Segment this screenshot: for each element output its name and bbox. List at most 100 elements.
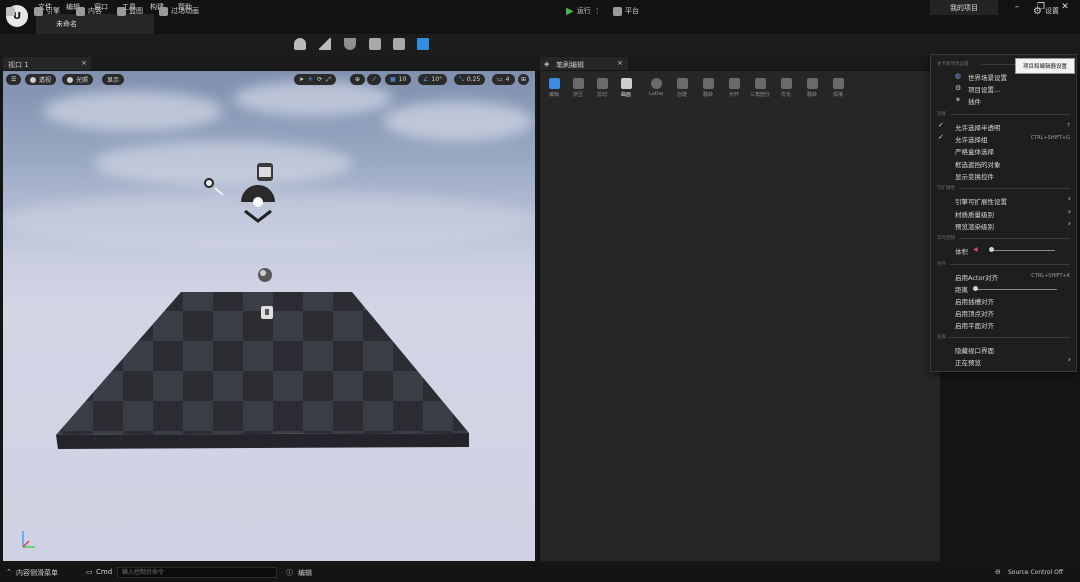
menu-plugins[interactable]: 插件 <box>968 96 981 106</box>
platform-icon <box>613 6 622 16</box>
fracture-mode-icon[interactable] <box>393 38 405 50</box>
menu-select-translucent[interactable]: 允许选择半透明 <box>955 122 1001 132</box>
select-mode-icon[interactable] <box>294 38 306 50</box>
source-control-icon: ⊖ <box>995 568 1001 576</box>
volume-slider[interactable] <box>991 250 1055 251</box>
edit-icon: ⓘ <box>286 569 293 577</box>
source-control-status[interactable]: Source Control Off <box>1008 569 1063 576</box>
menu-actor-snap[interactable]: 启用Actor对齐 <box>955 272 998 282</box>
dropdown-section-header: 查看 <box>937 335 946 340</box>
mode-icon <box>34 6 43 16</box>
edit-icon <box>548 78 560 89</box>
console-command-input[interactable] <box>117 567 277 578</box>
player-start-icon[interactable] <box>261 306 273 319</box>
menu-marquee-occluded[interactable]: 框选遮挡的对象 <box>955 159 1001 169</box>
blueprint-button[interactable]: 蓝图 <box>117 4 143 18</box>
main-toolbar <box>0 34 1080 56</box>
content-drawer-button[interactable]: 内容侧滑菜单 <box>16 568 58 578</box>
floor-edge <box>56 433 469 449</box>
more-options-icon[interactable]: ⋮ <box>594 7 601 15</box>
menu-world-settings[interactable]: 世界场景设置 <box>968 72 1007 82</box>
engine-mode-button[interactable]: 引擎 <box>34 4 60 18</box>
viewport-tab[interactable]: 视口 1 × <box>3 57 91 70</box>
settings-tooltip: 项目和编辑器设置 <box>1015 58 1075 74</box>
content-button[interactable]: 内容 <box>76 4 102 18</box>
gear-icon: ⚙ <box>955 84 962 92</box>
shortcut-label: T <box>1066 123 1070 129</box>
cut-icon <box>596 78 608 89</box>
menu-volume-label: 体积 <box>955 248 968 256</box>
paint-mode-icon[interactable] <box>369 38 381 50</box>
sky-atmosphere-icon[interactable] <box>257 163 273 181</box>
flip-icon <box>806 78 818 89</box>
distance-slider-thumb[interactable] <box>973 286 978 291</box>
brush-tool-weld[interactable]: 焊接 <box>824 78 852 98</box>
level-viewport[interactable]: ☰ 透视 光照 显示 ➤ ✛ ⟳ ⤢ ⊕ ⟋ ▦ 10 ∠ 10° ⤡ 0.25 ▭ 4… <box>3 71 535 561</box>
clapper-icon <box>159 6 168 16</box>
dropdown-section-header: 实时音频 <box>937 236 955 241</box>
content-drawer-icon[interactable]: ⌃ <box>6 568 12 576</box>
extrude-icon <box>572 78 584 89</box>
play-button[interactable]: ▶ 运行 ⋮ <box>566 4 601 18</box>
foliage-mode-icon[interactable] <box>344 38 356 50</box>
brush-tool-create[interactable]: 创建 <box>668 78 696 98</box>
brush-edit-tab-label: 笔刷编辑 <box>556 61 584 69</box>
axis-gizmo <box>22 531 35 548</box>
brush-tool-optimize[interactable]: 优化 <box>772 78 800 98</box>
play-icon: ▶ <box>566 5 574 17</box>
menu-project-settings[interactable]: 项目设置... <box>968 84 1000 94</box>
chevron-right-icon: › <box>1067 207 1071 216</box>
brush-tool-lathe[interactable]: Lathe <box>642 78 670 97</box>
shortcut-label: CTRL+SHIFT+G <box>1030 135 1070 141</box>
close-tab-icon[interactable]: × <box>617 59 623 67</box>
menu-strict-box-select[interactable]: 严格盒体选择 <box>955 146 994 156</box>
menu-socket-snap[interactable]: 启用插槽对齐 <box>955 296 994 306</box>
edit-status[interactable]: 编辑 <box>298 568 312 578</box>
viewport-tab-label: 视口 1 <box>8 61 29 69</box>
menu-show-transform-widget[interactable]: 显示变换控件 <box>955 171 994 181</box>
menu-hide-viewport-ui[interactable]: 隐藏视口界面 <box>955 345 994 355</box>
menu-select-groups[interactable]: 允许选择组 <box>955 134 988 144</box>
distance-slider[interactable] <box>975 289 1057 290</box>
speaker-icon[interactable]: ◀ <box>973 246 978 253</box>
menu-vertex-snap[interactable]: 启用顶点对齐 <box>955 308 994 318</box>
brush-tool-surface[interactable]: 曲面 <box>612 78 640 98</box>
brush-edit-mode-icon[interactable] <box>417 38 429 50</box>
plug-icon: ✶ <box>955 96 961 104</box>
create-icon <box>676 78 688 89</box>
brush-tool-triangulate[interactable]: 三角剖分 <box>746 78 774 98</box>
globe-icon: ◍ <box>955 72 962 80</box>
weld-icon <box>832 78 844 89</box>
cmd-dropdown[interactable]: Cmd <box>96 568 112 576</box>
settings-button[interactable]: ⚙ 设置 <box>1033 4 1059 18</box>
menu-previewing[interactable]: 正在预览 <box>955 357 981 367</box>
checkmark-icon: ✓ <box>938 121 944 129</box>
content-icon <box>76 6 85 16</box>
menu-snap-distance-label: 距离 <box>955 286 968 294</box>
gear-icon: ⚙ <box>1033 5 1042 17</box>
platform-button[interactable]: 平台 <box>613 4 639 18</box>
brush-tool-split[interactable]: 对开 <box>720 78 748 98</box>
menu-material-quality[interactable]: 材质质量级别 <box>955 209 994 219</box>
directional-light-icon[interactable] <box>204 178 224 196</box>
chevron-right-icon: › <box>1067 355 1071 364</box>
brush-tool-flip[interactable]: 翻转 <box>694 78 722 98</box>
save-icon[interactable] <box>6 4 15 18</box>
menu-plane-snap[interactable]: 启用平面对齐 <box>955 320 994 330</box>
document-tab-label: 未命名 <box>56 20 77 28</box>
reflection-capture-icon[interactable] <box>258 268 272 282</box>
cinematics-button[interactable]: 过场动画 <box>159 4 199 18</box>
surface-icon <box>620 78 632 89</box>
brush-edit-tab[interactable]: ◈ 笔刷编辑 × <box>540 57 628 70</box>
menu-engine-scalability[interactable]: 引擎可扩展性设置 <box>955 196 1007 206</box>
minimize-icon[interactable]: – <box>1006 2 1028 16</box>
chevron-right-icon: › <box>1067 219 1071 228</box>
sky-light-icon[interactable] <box>241 185 275 223</box>
menu-preview-rendering[interactable]: 预览渲染级别 <box>955 221 994 231</box>
console-icon: ▭ <box>86 568 93 576</box>
close-tab-icon[interactable]: × <box>81 59 87 67</box>
landscape-mode-icon[interactable] <box>319 38 331 50</box>
shortcut-label: CTRL+SHIFT+K <box>1031 273 1070 279</box>
brush-tool-flip-2[interactable]: 翻转 <box>798 78 826 98</box>
volume-slider-thumb[interactable] <box>989 247 994 252</box>
